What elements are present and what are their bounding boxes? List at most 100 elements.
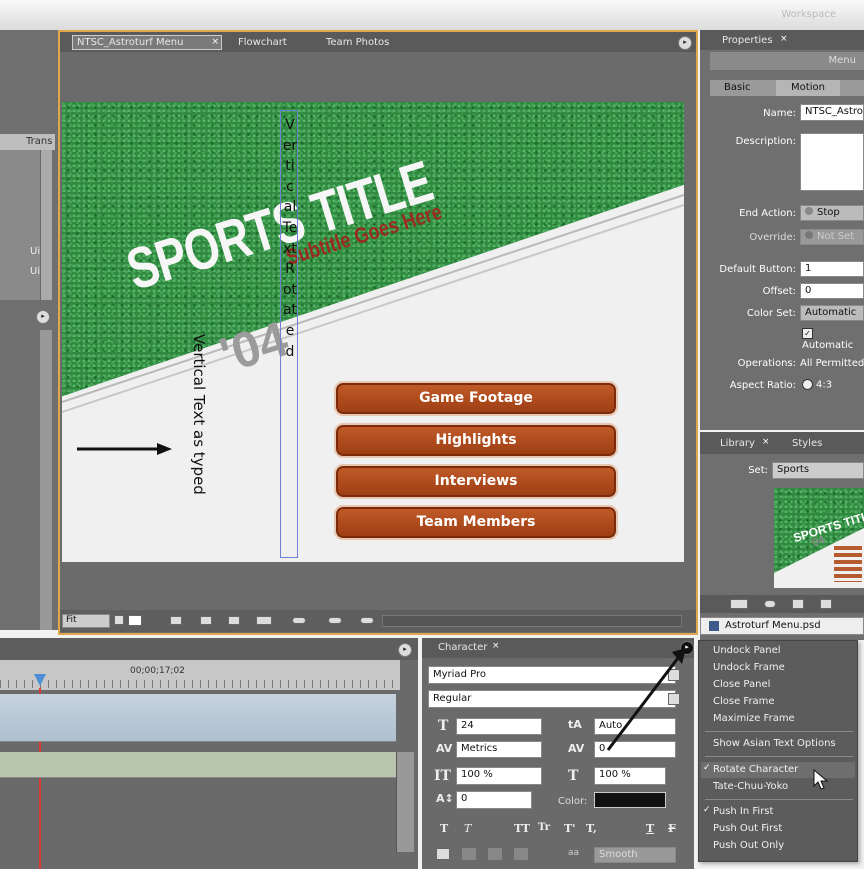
align-right-icon[interactable] [488, 848, 502, 860]
timeline-panel: ▸ 00;00;17;02 [0, 638, 418, 869]
tab-character[interactable]: Character [438, 642, 487, 653]
tab-properties[interactable]: Properties [722, 35, 773, 46]
override-select[interactable]: Not Set [800, 229, 864, 245]
preview-icon[interactable] [256, 616, 272, 625]
pill-icon[interactable] [328, 617, 342, 624]
vertical-typed-text-box[interactable]: Vertical Text as typed [190, 334, 212, 544]
kerning-select[interactable]: Metrics [456, 741, 542, 758]
annotation-arrow [77, 442, 172, 456]
chevron-down-icon[interactable] [114, 615, 124, 625]
menu-close-frame[interactable]: Close Frame [713, 696, 775, 707]
vertical-scale-field[interactable]: 100 % [456, 767, 542, 785]
time-ruler[interactable]: 00;00;17;02 [0, 660, 400, 690]
color-set-select[interactable]: Automatic [800, 305, 864, 321]
left-scrollbar[interactable] [40, 150, 52, 300]
align-center-icon[interactable] [462, 848, 476, 860]
highlights-button[interactable]: Highlights [334, 423, 618, 458]
close-icon[interactable]: × [780, 34, 788, 44]
properties-panel: Properties × Menu Basic Motion Name: NTS… [700, 30, 864, 430]
menu-undock-frame[interactable]: Undock Frame [713, 662, 785, 673]
left-scrollbar-2[interactable] [40, 330, 52, 630]
close-icon[interactable]: × [492, 641, 500, 651]
automatic-checkbox[interactable]: ✓ Automatic [802, 328, 864, 351]
panel-menu-icon[interactable]: ▸ [678, 36, 692, 50]
game-footage-button[interactable]: Game Footage [334, 381, 618, 416]
color-set-label: Color Set: [746, 308, 796, 319]
name-field[interactable]: NTSC_Astro [800, 104, 864, 121]
style-buttons-row: T T TT Tr T' T, T F [422, 818, 694, 840]
tab-library[interactable]: Library [720, 438, 755, 449]
menu-tate-chuu-yoko[interactable]: Tate-Chuu-Yoko [713, 781, 788, 792]
library-file-row[interactable]: Astroturf Menu.psd [700, 617, 864, 635]
library-toolbar [700, 595, 864, 613]
close-icon[interactable]: × [762, 437, 770, 447]
all-caps-button[interactable]: TT [514, 822, 530, 835]
pill-icon[interactable] [292, 617, 306, 624]
baseline-shift-field[interactable]: 0 [456, 791, 532, 809]
tab-motion[interactable]: Motion [776, 80, 840, 96]
menu-show-asian-text-options[interactable]: Show Asian Text Options [713, 738, 836, 749]
menu-undock-panel[interactable]: Undock Panel [713, 645, 781, 656]
tab-team-photos[interactable]: Team Photos [326, 37, 389, 48]
team-members-button[interactable]: Team Members [334, 505, 618, 540]
panel-menu-icon[interactable]: ▸ [36, 310, 50, 324]
subscript-button[interactable]: T, [586, 822, 597, 835]
close-icon[interactable]: × [211, 37, 219, 47]
track-audio[interactable] [0, 752, 396, 778]
new-icon[interactable] [820, 599, 832, 609]
vertical-typed-text: Vertical Text as typed [190, 334, 208, 495]
end-action-select[interactable]: Stop [800, 205, 864, 221]
strikethrough-button[interactable]: F [668, 822, 676, 835]
tab-styles[interactable]: Styles [792, 438, 822, 449]
horizontal-scrollbar[interactable] [382, 615, 682, 627]
vertical-rotated-text-box[interactable]: Vertical Text Rotated [280, 110, 298, 558]
tab-basic[interactable]: Basic [724, 82, 750, 93]
faux-bold-button[interactable]: T [440, 822, 448, 835]
set-select[interactable]: Sports [772, 462, 864, 479]
hotspot-icon[interactable] [200, 616, 212, 625]
underline-button[interactable]: T [646, 822, 654, 835]
link-icon[interactable] [228, 616, 240, 625]
horizontal-scale-field[interactable]: 100 % [594, 767, 666, 785]
description-field[interactable] [800, 133, 864, 191]
menu-canvas[interactable]: SPORTS TITLE Subtitle Goes Here '04 Game… [62, 102, 684, 562]
menu-push-out-only[interactable]: Push Out Only [713, 840, 784, 851]
small-caps-button[interactable]: Tr [538, 822, 550, 833]
menu-rotate-character[interactable]: Rotate Character [713, 764, 798, 775]
zoom-select[interactable]: Fit [62, 614, 110, 628]
thumbnail-view-icon[interactable] [730, 599, 748, 609]
timeline-scrollbar[interactable] [396, 752, 414, 852]
panel-menu-icon[interactable]: ▸ [398, 643, 412, 657]
aspect-ratio-radio[interactable]: 4:3 [802, 379, 862, 393]
library-panel: Library × Styles Set: Sports SPORTS TITL… [700, 432, 864, 640]
button-icon[interactable] [764, 600, 776, 608]
color-swatch[interactable] [594, 792, 666, 808]
monitor-panel: NTSC_Astroturf Menu × Flowchart Team Pho… [58, 30, 698, 635]
track-video[interactable] [0, 694, 396, 742]
workspace-label[interactable]: Workspace [781, 9, 836, 20]
antialias-select[interactable]: Smooth [594, 847, 676, 863]
interviews-button[interactable]: Interviews [334, 464, 618, 499]
checkmark-icon: ✓ [703, 763, 711, 773]
tab-ntsc-astroturf-menu[interactable]: NTSC_Astroturf Menu × [72, 35, 222, 50]
menu-close-panel[interactable]: Close Panel [713, 679, 770, 690]
offset-field[interactable]: 0 [800, 283, 864, 299]
align-left-icon[interactable] [436, 848, 450, 860]
justify-icon[interactable] [514, 848, 528, 860]
pill-icon[interactable] [360, 617, 374, 624]
faux-italic-button[interactable]: T [464, 822, 471, 835]
button-icon[interactable] [170, 616, 182, 625]
image-icon[interactable] [792, 599, 804, 609]
mouse-cursor-icon [813, 768, 829, 791]
tab-flowchart[interactable]: Flowchart [238, 37, 287, 48]
menu-push-in-first[interactable]: Push In First [713, 806, 773, 817]
vertical-scale-icon: IT [434, 768, 451, 784]
menu-maximize-frame[interactable]: Maximize Frame [713, 713, 795, 724]
superscript-button[interactable]: T' [564, 822, 576, 835]
default-button-field[interactable]: 1 [800, 261, 864, 277]
font-size-field[interactable]: 24 [456, 718, 542, 735]
description-label: Description: [735, 136, 796, 147]
safe-area-icon[interactable] [128, 615, 142, 626]
properties-title: Menu [828, 55, 856, 66]
menu-push-out-first[interactable]: Push Out First [713, 823, 782, 834]
